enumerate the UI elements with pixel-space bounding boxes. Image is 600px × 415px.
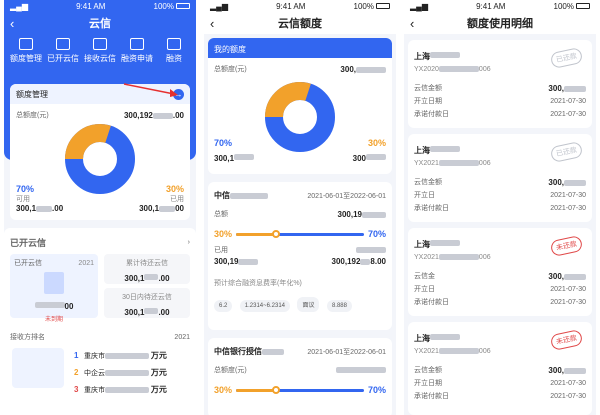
- available-label: 可用: [16, 196, 30, 203]
- screen-quota: ▂▄▆ 9:41 AM 100% ‹ 云信额度 我的额度 总额度(元) 300,…: [204, 0, 396, 415]
- back-icon[interactable]: ‹: [410, 16, 414, 31]
- detail-item[interactable]: 上海 YX2020 006 已还款 云信金额 300, 开立日期 2021-07-30…: [408, 40, 592, 128]
- battery-icon: [176, 3, 190, 10]
- bank-quota-item[interactable]: 中信 2021-06-01至2022-06-01 总额 300,19 30% 70…: [208, 182, 392, 330]
- quota-card: 额度管理 → 总额度(元) 300,192.00 70% 可用 300,1.00…: [10, 84, 190, 220]
- document-icon: [56, 38, 70, 50]
- screen-usage-detail: ▂▄▆ 9:41 AM 100% ‹ 额度使用明细 上海 YX2020 006 已…: [404, 0, 596, 415]
- header-area: ▂▄▆ 9:41 AM 100% ‹ 额度使用明细: [404, 0, 596, 34]
- rate-chip: 1.2314~6.2314: [239, 300, 291, 312]
- usage-bar: [236, 229, 364, 238]
- battery-icon: [376, 3, 390, 10]
- total-value: 300,: [340, 64, 356, 74]
- usage-bar-row: 30% 70%: [214, 229, 386, 239]
- rank-item[interactable]: 1 重庆市 万元: [74, 350, 190, 361]
- total-value: 300,192: [123, 110, 153, 120]
- bank-name: 中信: [214, 191, 230, 200]
- folder-icon: [167, 38, 181, 50]
- nav-bar: ‹ 云信: [4, 12, 196, 34]
- quota-pie-chart: [65, 124, 135, 194]
- used-pct: 30%: [367, 138, 386, 148]
- quick-item-finance-apply[interactable]: 融资申请: [119, 38, 155, 64]
- available-pct: 70%: [214, 138, 233, 148]
- opened-section: 已开云信 › 已开云信 2021 00 未到期 累计待还云信 300,1.00 3…: [4, 228, 196, 415]
- usage-knob: [271, 229, 280, 238]
- my-quota-card: 我的额度 总额度(元) 300, 70% 300,1 30% 300: [208, 38, 392, 174]
- signal-icon: ▂▄▆: [410, 1, 428, 11]
- wallet-icon: [19, 38, 33, 50]
- available-pct: 70%: [16, 184, 35, 194]
- bank-name: 中信银行授信: [214, 347, 262, 356]
- back-icon[interactable]: ‹: [210, 16, 214, 31]
- status-bar: ▂▄▆ 9:41 AM 100%: [4, 0, 196, 12]
- page-title: 云信: [89, 18, 111, 30]
- detail-item[interactable]: 上海 YX2021 006 未还款 云信金 300, 开立日 2021-07-30 承…: [408, 228, 592, 316]
- status-bar: ▂▄▆ 9:41 AM 100%: [204, 0, 396, 12]
- glasses-icon: [93, 38, 107, 50]
- chevron-right-icon[interactable]: ›: [188, 239, 190, 246]
- page-title: 额度使用明细: [467, 18, 533, 30]
- quick-item-opened[interactable]: 已开云信: [45, 38, 81, 64]
- quick-menu: 额度管理 已开云信 接收云信 融资申请 融资: [4, 34, 196, 64]
- rank-item[interactable]: 2 中企云 万元: [74, 367, 190, 378]
- page-title: 云信额度: [278, 18, 322, 30]
- rank-list: 1 重庆市 万元 2 中企云 万元 3 重庆市 万元: [74, 350, 190, 395]
- clock: 9:41 AM: [476, 1, 506, 11]
- card-title: 额度管理: [16, 89, 48, 99]
- detail-item[interactable]: 上海 YX2021 006 未还款 云信金额 300, 开立日期 2021-07-30…: [408, 322, 592, 415]
- rate-chip: 8.888: [326, 300, 352, 312]
- used-label: 已用: [170, 196, 184, 203]
- available-block: 70% 可用 300,1.00: [16, 184, 64, 213]
- total-label: 总额度(元): [214, 66, 247, 73]
- bank-quota-item[interactable]: 中信银行授信 2021-06-01至2022-06-01 总额度(元) 30% …: [208, 338, 392, 415]
- nav-bar: ‹ 额度使用明细: [404, 12, 596, 34]
- rate-chip: 6.2: [214, 300, 233, 312]
- rate-chips: 6.2 1.2314~6.2314 面议 8.888: [208, 292, 392, 314]
- detail-item[interactable]: 上海 YX2021 006 已还款 云信金额 300, 开立日 2021-07-30 …: [408, 134, 592, 222]
- file-icon: [130, 38, 144, 50]
- signal-icon: ▂▄▆: [210, 1, 228, 11]
- quota-pie-chart: [265, 82, 335, 152]
- used-pct: 30%: [165, 184, 184, 194]
- date-range: 2021-06-01至2022-06-01: [307, 192, 386, 200]
- pending-box[interactable]: 累计待还云信 300,1.00: [104, 254, 190, 284]
- signal-icon: ▂▄▆: [10, 1, 28, 11]
- not-due-tag: 未到期: [44, 317, 63, 323]
- annotation-arrow-icon: [123, 83, 178, 97]
- header-area: ▂▄▆ 9:41 AM 100% ‹ 云信额度: [204, 0, 396, 34]
- quick-item-received[interactable]: 接收云信: [82, 38, 118, 64]
- quick-item-quota[interactable]: 额度管理: [8, 38, 44, 64]
- screen-yunxin-home: ▂▄▆ 9:41 AM 100% ‹ 云信 额度管理 已开云信 接收云信 融资申…: [4, 0, 196, 415]
- opened-box[interactable]: 已开云信 2021 00 未到期: [10, 254, 98, 323]
- rank-title: 接收方排名: [10, 334, 45, 341]
- my-quota-header: 我的额度: [208, 38, 392, 58]
- status-bar: ▂▄▆ 9:41 AM 100%: [404, 0, 596, 12]
- nav-bar: ‹ 云信额度: [204, 12, 396, 34]
- usage-knob: [271, 385, 280, 394]
- clock: 9:41 AM: [76, 1, 106, 11]
- rate-chip: 面议: [297, 297, 320, 312]
- rank-illustration: [12, 348, 64, 388]
- total-label: 总额度(元): [16, 112, 49, 119]
- clock: 9:41 AM: [276, 1, 306, 11]
- due-box[interactable]: 30日内待还云信 300,1.00: [104, 288, 190, 318]
- usage-bar: [236, 385, 364, 394]
- quick-item-finance[interactable]: 融资: [156, 38, 192, 64]
- battery-text: 100%: [153, 1, 174, 11]
- rate-label: 预计综合融资息费率(年化%): [214, 280, 302, 287]
- opened-title: 已开云信: [10, 238, 47, 248]
- back-icon[interactable]: ‹: [10, 16, 14, 31]
- document-stack-icon: [44, 272, 64, 294]
- rank-item[interactable]: 3 重庆市 万元: [74, 384, 190, 395]
- used-block: 30% 已用 300,1 00: [139, 184, 184, 213]
- battery-icon: [576, 3, 590, 10]
